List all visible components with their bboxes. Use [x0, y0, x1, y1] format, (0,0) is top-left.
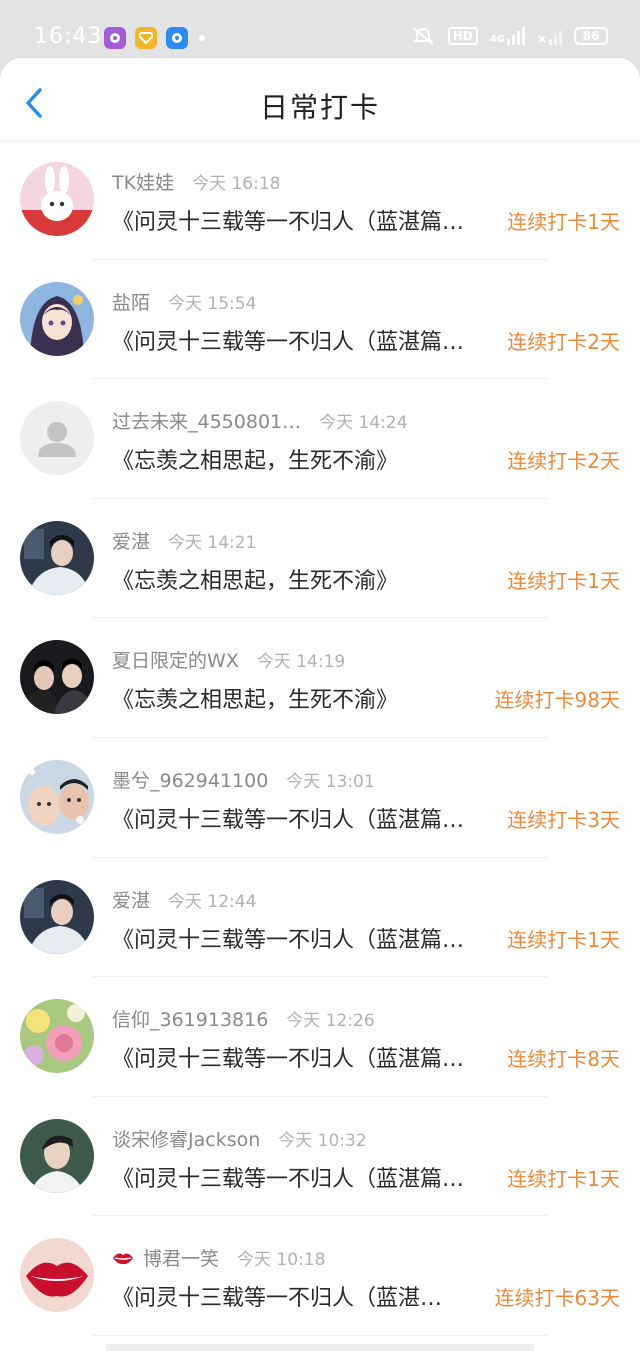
username[interactable]: 谈宋修睿Jackson: [112, 1125, 260, 1152]
flowers-avatar: [20, 999, 94, 1074]
avatar[interactable]: [20, 401, 94, 476]
list-item[interactable]: 爱湛 今天 12:44 《问灵十三载等一不归人（蓝湛篇… 连续打卡1天: [0, 858, 640, 978]
battery-icon: 86: [574, 27, 608, 45]
costume-avatar: [20, 879, 94, 954]
username[interactable]: 过去未来_4550801…: [112, 407, 301, 434]
streak-label: 连续打卡1天: [507, 927, 620, 952]
checkin-time: 今天 14:24: [319, 413, 408, 434]
bottom-strip: [106, 1344, 534, 1351]
checkin-message[interactable]: 《问灵十三载等一不归人（蓝湛篇…: [112, 1041, 492, 1073]
item-meta: 信仰_361913816 今天 12:26: [112, 1005, 375, 1032]
checkin-time: 今天 12:44: [168, 891, 257, 912]
streak-label: 连续打卡1天: [507, 210, 620, 234]
avatar[interactable]: [20, 1118, 94, 1193]
username[interactable]: 夏日限定的WX: [112, 646, 239, 673]
item-meta: 谈宋修睿Jackson 今天 10:32: [112, 1125, 367, 1152]
username[interactable]: TK娃娃: [112, 168, 174, 195]
streak-label: 连续打卡1天: [507, 568, 620, 593]
list-item[interactable]: 盐陌 今天 15:54 《问灵十三载等一不归人（蓝湛篇… 连续打卡2天: [0, 260, 640, 380]
default-user-avatar: [20, 401, 94, 476]
checkin-time: 今天 12:26: [286, 1011, 375, 1032]
hd-badge: HD: [447, 27, 478, 45]
item-meta: 爱湛 今天 12:44: [112, 886, 256, 913]
checkin-message[interactable]: 《忘羡之相思起，生死不渝》: [112, 443, 492, 475]
bunny-avatar: [20, 162, 94, 236]
list-item[interactable]: TK娃娃 今天 16:18 《问灵十三载等一不归人（蓝湛篇… 连续打卡1天: [0, 140, 640, 260]
header: 日常打卡: [0, 58, 640, 140]
streak-label: 连续打卡3天: [507, 807, 620, 832]
checkin-message[interactable]: 《问灵十三载等一不归人（蓝湛篇…: [112, 204, 492, 236]
streak-label: 连续打卡1天: [507, 1166, 620, 1191]
diamond-app-icon: [135, 27, 157, 49]
page-title: 日常打卡: [259, 91, 380, 124]
streak-label: 连续打卡2天: [507, 329, 620, 354]
username[interactable]: 墨兮_962941100: [112, 766, 268, 793]
more-notifications-icon: [199, 35, 205, 41]
list-item[interactable]: 过去未来_4550801… 今天 14:24 《忘羡之相思起，生死不渝》 连续打…: [0, 379, 640, 499]
avatar[interactable]: [20, 281, 94, 356]
checkin-time: 今天 14:19: [256, 652, 346, 673]
list-item[interactable]: 爱湛 今天 14:21 《忘羡之相思起，生死不渝》 连续打卡1天: [0, 499, 640, 619]
avatar[interactable]: [20, 759, 94, 834]
portrait-avatar: [20, 1118, 94, 1193]
divider: [92, 1334, 548, 1336]
anime-girl-avatar: [20, 281, 94, 356]
checkin-time: 今天 14:21: [168, 532, 257, 553]
item-meta: 墨兮_962941100 今天 13:01: [112, 766, 375, 793]
checkin-list[interactable]: TK娃娃 今天 16:18 《问灵十三载等一不归人（蓝湛篇… 连续打卡1天 盐陌…: [0, 140, 640, 1336]
checkin-time: 今天 15:54: [168, 293, 257, 314]
checkin-message[interactable]: 《问灵十三载等一不归人（蓝湛篇…: [112, 802, 492, 834]
mute-bell-icon: [412, 27, 434, 45]
streak-label: 连续打卡8天: [507, 1047, 620, 1072]
list-item[interactable]: 谈宋修睿Jackson 今天 10:32 《问灵十三载等一不归人（蓝湛篇… 连续…: [0, 1097, 640, 1217]
checkin-time: 今天 16:18: [192, 174, 281, 194]
checkin-message[interactable]: 《忘羡之相思起，生死不渝》: [112, 682, 492, 714]
avatar[interactable]: [20, 1238, 94, 1313]
signal-icon: 4G: [490, 27, 525, 45]
avatar[interactable]: [20, 879, 94, 954]
avatar[interactable]: [20, 162, 94, 236]
item-meta: 博君一笑 今天 10:18: [112, 1244, 325, 1271]
status-time: 16:43: [34, 24, 103, 49]
circle-app-icon: [166, 27, 188, 49]
signal-2-icon: ×: [537, 27, 562, 45]
status-app-icons: [104, 27, 205, 49]
checkin-message[interactable]: 《问灵十三载等一不归人（蓝湛篇…: [112, 324, 492, 356]
checkin-message[interactable]: 《问灵十三载等一不归人（蓝湛篇…: [112, 922, 492, 954]
list-item[interactable]: 夏日限定的WX 今天 14:19 《忘羡之相思起，生死不渝》 连续打卡98天: [0, 618, 640, 738]
list-item[interactable]: 信仰_361913816 今天 12:26 《问灵十三载等一不归人（蓝湛篇… 连…: [0, 977, 640, 1097]
item-meta: 盐陌 今天 15:54: [112, 288, 256, 315]
item-meta: 爱湛 今天 14:21: [112, 527, 256, 554]
avatar[interactable]: [20, 520, 94, 595]
username[interactable]: 爱湛: [112, 886, 150, 913]
item-meta: TK娃娃 今天 16:18: [112, 168, 280, 195]
username[interactable]: 爱湛: [112, 527, 150, 554]
item-meta: 过去未来_4550801… 今天 14:24: [112, 407, 408, 434]
costume-avatar: [20, 520, 94, 595]
avatar[interactable]: [20, 640, 94, 715]
username[interactable]: 博君一笑: [143, 1244, 219, 1271]
checkin-message[interactable]: 《问灵十三载等一不归人（蓝湛…: [112, 1280, 492, 1312]
checkin-message[interactable]: 《问灵十三载等一不归人（蓝湛篇…: [112, 1161, 492, 1193]
duo-avatar: [20, 640, 94, 715]
checkin-time: 今天 10:32: [278, 1130, 367, 1151]
checkin-time: 今天 10:18: [237, 1250, 326, 1271]
checkin-time: 今天 13:01: [286, 771, 375, 792]
username[interactable]: 盐陌: [112, 288, 150, 315]
streak-label: 连续打卡98天: [494, 688, 620, 713]
list-item[interactable]: 墨兮_962941100 今天 13:01 《问灵十三载等一不归人（蓝湛篇… 连…: [0, 738, 640, 858]
kids-avatar: [20, 759, 94, 834]
item-meta: 夏日限定的WX 今天 14:19: [112, 646, 345, 673]
username[interactable]: 信仰_361913816: [112, 1005, 268, 1032]
lips-avatar: [20, 1238, 94, 1313]
lips-badge-icon: [113, 1253, 133, 1264]
status-indicators: HD 4G × 86: [410, 26, 608, 46]
streak-label: 连续打卡63天: [494, 1286, 620, 1311]
list-item[interactable]: 博君一笑 今天 10:18 《问灵十三载等一不归人（蓝湛… 连续打卡63天: [0, 1216, 640, 1336]
checkin-message[interactable]: 《忘羡之相思起，生死不渝》: [112, 563, 492, 595]
streak-label: 连续打卡2天: [507, 449, 620, 474]
avatar[interactable]: [20, 999, 94, 1074]
app-notification-icon: [104, 27, 126, 49]
